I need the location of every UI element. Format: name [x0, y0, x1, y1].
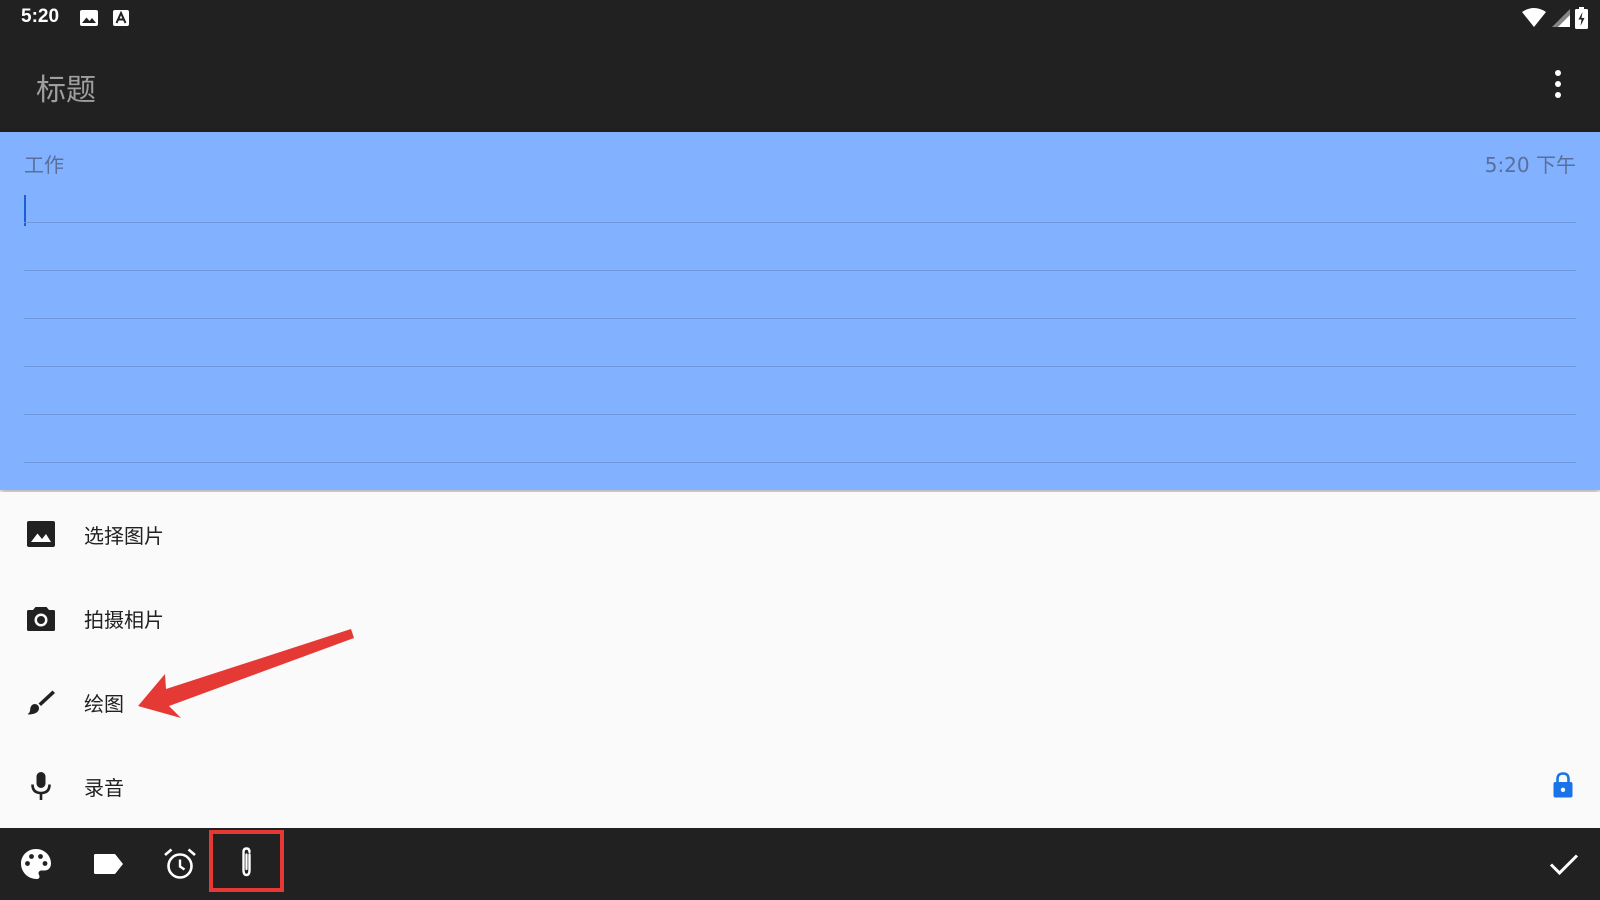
image-icon [27, 521, 55, 547]
mic-icon [31, 772, 51, 800]
attach-button-highlight[interactable] [209, 830, 284, 892]
sheet-item-pick-image[interactable]: 选择图片 [0, 492, 1600, 576]
note-timestamp: 5:20 下午 [1484, 153, 1576, 177]
line-rule [24, 414, 1576, 415]
system-icons [1521, 7, 1588, 29]
app-bar: 标题 [0, 36, 1600, 132]
note-content-input[interactable] [24, 192, 1576, 482]
line-rule [24, 462, 1576, 463]
lock-icon [1553, 772, 1573, 798]
sheet-item-label: 录音 [84, 776, 124, 800]
annotation-arrow [138, 629, 354, 718]
sheet-item-label: 绘图 [84, 692, 124, 716]
image-icon [80, 10, 98, 26]
check-icon[interactable] [1546, 846, 1582, 882]
status-bar: 5:20 [0, 0, 1600, 36]
line-rule [24, 366, 1576, 367]
font-a-icon [113, 10, 129, 26]
note-category[interactable]: 工作 [24, 149, 64, 178]
alarm-icon[interactable] [162, 846, 198, 882]
note-area: 工作 5:20 下午 [0, 132, 1600, 490]
palette-icon[interactable] [18, 846, 54, 882]
line-rule [24, 318, 1576, 319]
sheet-item-record-audio[interactable]: 录音 [0, 744, 1600, 828]
signal-icon [1552, 9, 1570, 27]
line-rule [24, 222, 1576, 223]
attach-icon [242, 847, 251, 877]
wifi-icon [1522, 8, 1546, 27]
line-rule [24, 270, 1576, 271]
sheet-item-label: 选择图片 [84, 524, 164, 548]
brush-icon [27, 690, 55, 715]
camera-icon [27, 607, 55, 631]
more-vert-icon[interactable] [1552, 68, 1564, 100]
battery-charging-icon [1575, 7, 1588, 29]
note-title-input[interactable]: 标题 [36, 65, 96, 109]
bottom-action-bar [0, 828, 1600, 900]
label-icon[interactable] [90, 846, 126, 882]
status-time: 5:20 [21, 6, 60, 27]
